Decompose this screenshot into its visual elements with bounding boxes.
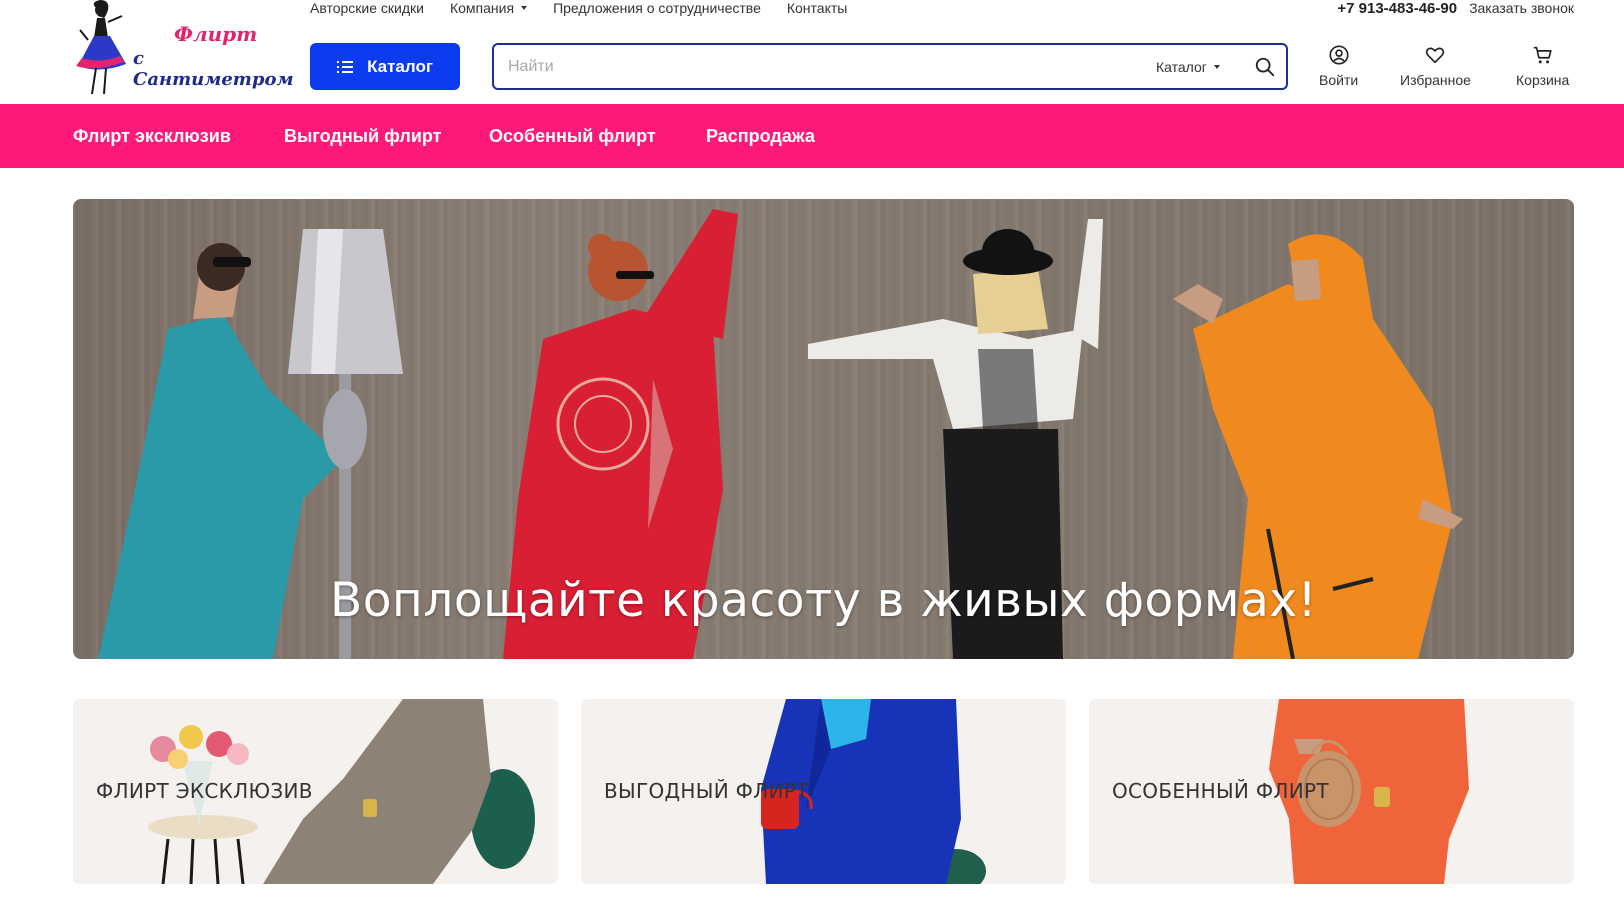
logo-text-line1: Флирт (174, 22, 258, 46)
hero-heading: Воплощайте красоту в живых формах! (330, 573, 1317, 628)
chevron-down-icon (1213, 64, 1220, 69)
phone-number[interactable]: +7 913-483-46-90 (1337, 0, 1457, 17)
catalog-button-label: Каталог (367, 56, 433, 76)
category-nav-item-sale[interactable]: Распродажа (706, 104, 815, 168)
search-scope-select[interactable]: Каталог (1156, 45, 1220, 88)
top-navigation: Авторские скидки Компания Предложения о … (310, 0, 847, 18)
topnav-item-cooperation[interactable]: Предложения о сотрудничестве (553, 0, 761, 18)
login-label: Войти (1319, 72, 1359, 88)
search-scope-label: Каталог (1156, 58, 1207, 75)
topnav-item-company-label: Компания (449, 0, 515, 16)
list-icon (337, 60, 354, 73)
favorites-label: Избранное (1400, 72, 1471, 88)
catalog-button[interactable]: Каталог (310, 43, 460, 90)
cart-button[interactable]: Корзина (1516, 44, 1569, 88)
site-logo[interactable]: Флирт с Сантиметром (70, 0, 294, 100)
category-nav: Флирт эксклюзив Выгодный флирт Особенный… (0, 104, 1624, 168)
cart-label: Корзина (1516, 72, 1570, 88)
category-nav-item-profitable[interactable]: Выгодный флирт (284, 104, 442, 168)
site-header: Флирт с Сантиметром Авторские скидки Ком… (0, 0, 1624, 104)
request-callback-link[interactable]: Заказать звонок (1469, 0, 1574, 16)
category-card-exclusive[interactable]: ФЛИРТ ЭКСКЛЮЗИВ (73, 699, 558, 884)
category-card-special-label: ОСОБЕННЫЙ ФЛИРТ (1112, 779, 1329, 803)
search-input[interactable] (508, 45, 1128, 88)
topnav-item-contacts[interactable]: Контакты (787, 0, 847, 18)
search-bar: Каталог (492, 43, 1288, 90)
category-card-exclusive-label: ФЛИРТ ЭКСКЛЮЗИВ (96, 779, 313, 803)
category-card-special[interactable]: ОСОБЕННЫЙ ФЛИРТ (1089, 699, 1574, 884)
dropdown-caret-icon (521, 6, 528, 10)
user-icon (1329, 45, 1349, 65)
heart-icon (1426, 47, 1445, 64)
contact-block: +7 913-483-46-90 Заказать звонок (1337, 0, 1574, 17)
topnav-item-company[interactable]: Компания (449, 0, 528, 18)
hero-banner[interactable]: Воплощайте красоту в живых формах! (73, 199, 1574, 659)
category-card-profitable[interactable]: ВЫГОДНЫЙ ФЛИРТ (581, 699, 1066, 884)
search-icon[interactable] (1254, 56, 1276, 78)
category-card-profitable-label: ВЫГОДНЫЙ ФЛИРТ (604, 779, 809, 803)
logo-dancer-illustration (76, 0, 126, 95)
login-button[interactable]: Войти (1319, 44, 1358, 88)
cart-icon (1533, 46, 1552, 64)
topnav-item-discounts[interactable]: Авторские скидки (310, 0, 424, 18)
category-nav-item-exclusive[interactable]: Флирт эксклюзив (73, 104, 231, 168)
category-nav-item-special[interactable]: Особенный флирт (489, 104, 656, 168)
favorites-button[interactable]: Избранное (1400, 44, 1471, 88)
logo-text-line2: с Сантиметром (133, 48, 294, 90)
